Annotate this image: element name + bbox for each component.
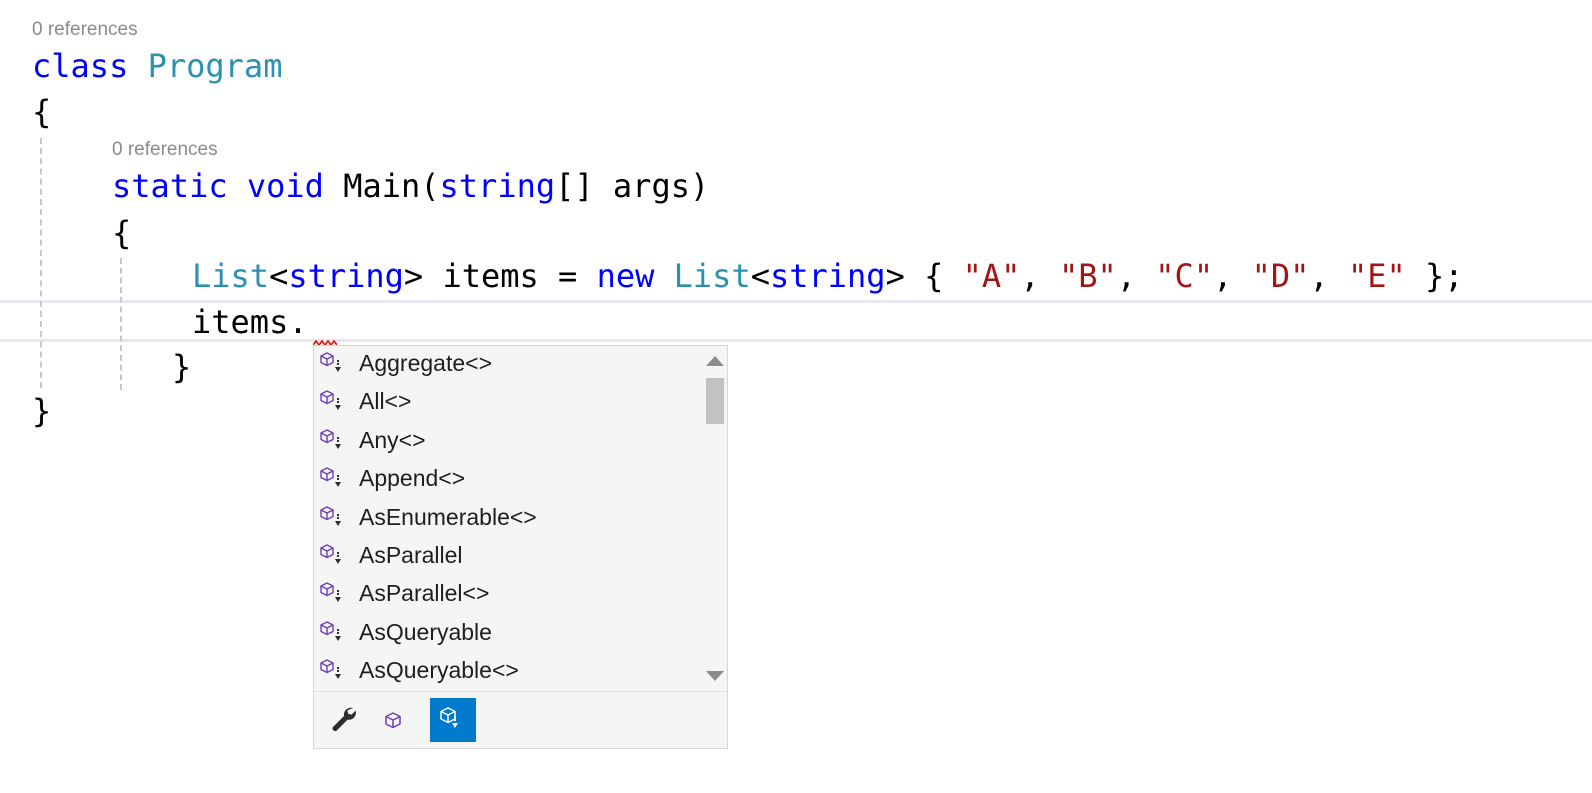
completion-item-label: AsParallel<>	[359, 580, 490, 607]
extension-method-icon	[320, 544, 341, 564]
code-line-class-declaration[interactable]: class Program	[32, 44, 282, 88]
params-token: [] args)	[555, 167, 710, 205]
punct-token: > items =	[403, 257, 597, 295]
extension-method-icon	[320, 429, 341, 449]
completion-item-label: AsEnumerable<>	[359, 503, 537, 530]
punct-token: <	[750, 257, 770, 295]
completion-item[interactable]: AsParallel<>	[314, 576, 699, 614]
extension-method-icon	[320, 659, 341, 680]
string-token: "A"	[962, 257, 1021, 295]
type-token: Program	[147, 47, 283, 85]
string-token: "E"	[1347, 257, 1406, 295]
code-line-method-open-brace[interactable]: {	[112, 211, 131, 255]
punct-token: };	[1405, 257, 1464, 295]
completion-filter-bar	[314, 691, 727, 748]
completion-item-label: AsQueryable	[359, 618, 492, 645]
string-token: "C"	[1155, 257, 1214, 295]
completion-list[interactable]: Aggregate<> All<> Any<> Append<> AsEnumerabl…	[314, 346, 699, 691]
completion-item-label: All<>	[359, 388, 412, 415]
extension-method-filter-icon	[440, 707, 458, 728]
completion-item[interactable]: Aggregate<>	[314, 346, 699, 384]
completion-item-label: Any<>	[359, 426, 426, 453]
completion-item[interactable]: AsEnumerable<>	[314, 500, 699, 538]
extension-method-icon	[320, 390, 341, 411]
code-line-class-close-brace[interactable]: }	[32, 389, 51, 433]
keyword-token: void	[246, 167, 324, 205]
code-line-list-declaration[interactable]: List<string> items = new List<string> { …	[192, 254, 1464, 298]
intellisense-completion-popup[interactable]: Aggregate<> All<> Any<> Append<> AsEnumerabl…	[313, 345, 728, 749]
completion-item[interactable]: AsQueryable	[314, 615, 699, 653]
indent-guide	[120, 258, 122, 390]
completion-item-label: Append<>	[359, 465, 466, 492]
wrench-icon	[332, 707, 356, 732]
method-references-codelens[interactable]: 0 references	[112, 139, 218, 161]
extension-method-icon	[320, 505, 341, 526]
keyword-token: string	[439, 167, 556, 205]
method-icon	[385, 712, 401, 729]
class-references-codelens[interactable]: 0 references	[32, 19, 138, 41]
extension-method-icon	[320, 621, 341, 641]
code-line-method-declaration[interactable]: static void Main(string[] args)	[112, 164, 709, 208]
punct-token: ,	[1020, 257, 1059, 295]
extension-method-icon	[320, 582, 341, 603]
code-line-method-close-brace[interactable]: }	[172, 345, 191, 389]
keyword-token: static	[112, 167, 228, 205]
code-line-open-brace[interactable]: {	[32, 90, 51, 134]
completion-item[interactable]: AsParallel	[314, 538, 699, 576]
type-token: List	[192, 257, 270, 295]
extension-method-icon	[320, 352, 341, 372]
completion-item-label: AsParallel	[359, 542, 463, 568]
completion-item-label: Aggregate<>	[359, 350, 493, 376]
keyword-token: string	[769, 257, 886, 295]
scroll-up-arrow-icon[interactable]	[706, 356, 724, 366]
type-token: List	[673, 257, 751, 295]
keyword-token: new	[596, 257, 655, 295]
completion-item-label: AsQueryable<>	[359, 657, 519, 684]
code-editor[interactable]: 0 references 0 references class Program …	[0, 0, 1592, 793]
keyword-token: string	[288, 257, 404, 295]
method-name-token: Main(	[343, 167, 440, 205]
keyword-token: class	[32, 47, 129, 85]
completion-scrollbar[interactable]	[699, 346, 727, 691]
completion-item[interactable]: AsQueryable<>	[314, 653, 699, 691]
punct-token: ,	[1116, 257, 1156, 295]
completion-item[interactable]: Append<>	[314, 461, 699, 499]
filter-wrench-button[interactable]	[320, 698, 366, 742]
scroll-down-arrow-icon[interactable]	[706, 671, 724, 681]
indent-guide	[40, 138, 42, 388]
string-token: "D"	[1251, 257, 1310, 295]
filter-methods-button[interactable]	[370, 698, 416, 742]
extension-method-icon	[320, 467, 341, 488]
code-line-current[interactable]: items.	[192, 300, 308, 344]
filter-extension-methods-button[interactable]	[430, 698, 476, 742]
punct-token: ,	[1213, 257, 1252, 295]
completion-item[interactable]: All<>	[314, 384, 699, 422]
completion-item[interactable]: Any<>	[314, 423, 699, 461]
string-token: "B"	[1058, 257, 1117, 295]
scroll-thumb[interactable]	[706, 378, 724, 424]
punct-token: ,	[1309, 257, 1348, 295]
punct-token: <	[269, 257, 289, 295]
punct-token: > {	[885, 257, 963, 295]
